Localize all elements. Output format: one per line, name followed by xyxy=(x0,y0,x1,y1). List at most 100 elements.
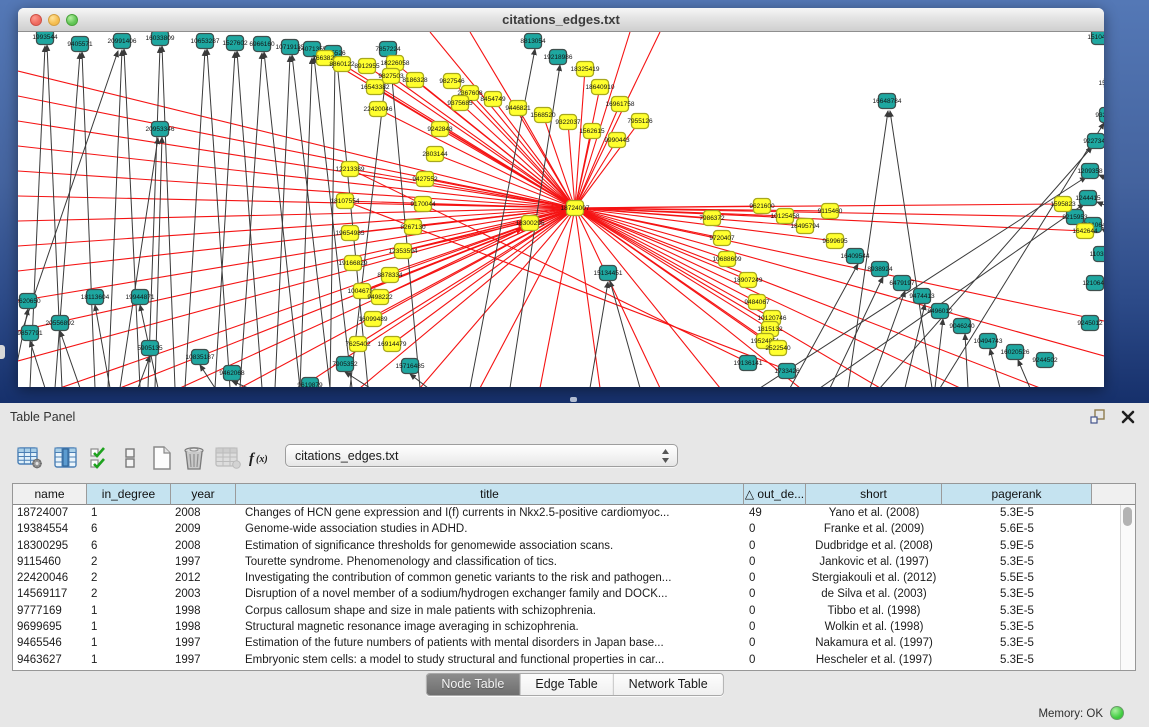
cell-out_de[interactable]: 0 xyxy=(744,635,806,651)
cell-short[interactable]: Nakamura et al. (1997) xyxy=(806,635,942,651)
citation-edge-black[interactable] xyxy=(935,319,943,387)
paper-node-yellow[interactable]: 2522540 xyxy=(765,341,791,356)
citation-edge-red[interactable] xyxy=(575,87,600,208)
citation-edge-black[interactable] xyxy=(1097,202,1104,219)
cell-year[interactable]: 2003 xyxy=(171,586,236,602)
paper-node-teal[interactable]: 8938924 xyxy=(867,262,893,277)
cell-out_de[interactable]: 0 xyxy=(744,586,806,602)
cell-year[interactable]: 2008 xyxy=(171,505,236,521)
paper-node-teal[interactable]: 9329966 xyxy=(1095,108,1104,123)
paper-node-yellow[interactable]: 9446821 xyxy=(505,101,531,116)
citation-edge-black[interactable] xyxy=(275,56,290,387)
citation-edge-red[interactable] xyxy=(568,122,575,208)
cell-name[interactable]: 18300295 xyxy=(13,538,87,554)
column-header-title[interactable]: title xyxy=(236,484,744,505)
cell-in_degree[interactable]: 2 xyxy=(87,586,171,602)
citation-edge-red[interactable] xyxy=(18,96,575,208)
cell-in_degree[interactable]: 1 xyxy=(87,619,171,635)
paper-node-teal[interactable]: 20953346 xyxy=(146,122,175,137)
citation-edge-red[interactable] xyxy=(575,140,617,208)
cell-pagerank[interactable]: 5.3E-5 xyxy=(942,554,1092,570)
paper-node-teal[interactable]: 9245012 xyxy=(1077,316,1103,331)
citation-edge-black[interactable] xyxy=(264,52,300,387)
citation-edge-red[interactable] xyxy=(575,208,1104,356)
paper-node-yellow[interactable]: 16961758 xyxy=(606,97,635,112)
cell-title[interactable]: Tourette syndrome. Phenomenology and cla… xyxy=(236,554,744,570)
row-pair-icon[interactable] xyxy=(116,443,144,473)
cell-pagerank[interactable]: 5.9E-5 xyxy=(942,538,1092,554)
paper-node-teal[interactable]: 9046240 xyxy=(949,319,975,334)
paper-node-teal[interactable]: 1244415 xyxy=(1075,191,1101,206)
paper-node-yellow[interactable]: 19654985 xyxy=(336,226,365,241)
paper-node-teal[interactable]: 18113604 xyxy=(81,290,110,305)
paper-node-teal[interactable]: 1103546 xyxy=(1090,247,1104,262)
citation-edge-black[interactable] xyxy=(185,50,205,387)
paper-node-yellow[interactable]: 9990443 xyxy=(604,133,630,148)
cell-pagerank[interactable]: 5.3E-5 xyxy=(942,635,1092,651)
tab-node-table[interactable]: Node Table xyxy=(426,674,520,695)
table-row[interactable]: 1830029562008Estimation of significance … xyxy=(13,538,1121,554)
cell-out_de[interactable]: 49 xyxy=(744,505,806,521)
scrollbar-thumb[interactable] xyxy=(1123,507,1132,526)
paper-node-teal[interactable]: 7857224 xyxy=(375,42,401,57)
paper-node-teal[interactable]: 8496012 xyxy=(927,304,953,319)
cell-year[interactable]: 1997 xyxy=(171,652,236,668)
citation-edge-black[interactable] xyxy=(1018,360,1030,387)
cell-title[interactable]: Corpus callosum shape and size in male p… xyxy=(236,603,744,619)
paper-node-teal[interactable]: 16648784 xyxy=(873,94,902,109)
cell-pagerank[interactable]: 5.3E-5 xyxy=(942,619,1092,635)
table-settings-icon[interactable] xyxy=(16,443,44,473)
cell-out_de[interactable]: 0 xyxy=(744,652,806,668)
paper-node-yellow[interactable]: 9720407 xyxy=(709,231,735,246)
cell-pagerank[interactable]: 5.3E-5 xyxy=(942,652,1092,668)
cell-pagerank[interactable]: 5.3E-5 xyxy=(942,586,1092,602)
paper-node-teal[interactable]: 9227343 xyxy=(1083,134,1104,149)
cell-name[interactable]: 9115460 xyxy=(13,554,87,570)
cell-year[interactable]: 1998 xyxy=(171,603,236,619)
cell-title[interactable]: Investigating the contribution of common… xyxy=(236,570,744,586)
paper-node-yellow[interactable]: 18495794 xyxy=(791,219,820,234)
table-row[interactable]: 969969511998Structural magnetic resonanc… xyxy=(13,619,1121,635)
float-panel-icon[interactable] xyxy=(1089,408,1107,426)
paper-node-teal[interactable]: 1510424 xyxy=(1087,32,1104,45)
paper-node-yellow[interactable]: 18640910 xyxy=(586,80,615,95)
cell-short[interactable]: Franke et al. (2009) xyxy=(806,521,942,537)
paper-node-teal[interactable]: 10494743 xyxy=(974,334,1003,349)
cell-short[interactable]: Dudbridge et al. (2008) xyxy=(806,538,942,554)
citation-edge-black[interactable] xyxy=(148,47,160,387)
citation-edge-red[interactable] xyxy=(480,208,575,387)
cell-pagerank[interactable]: 5.6E-5 xyxy=(942,521,1092,537)
table-row[interactable]: 1456911722003Disruption of a novel membe… xyxy=(13,586,1121,602)
cell-pagerank[interactable]: 5.5E-5 xyxy=(942,570,1092,586)
delete-table-icon[interactable] xyxy=(180,443,208,473)
paper-node-yellow[interactable]: 18325419 xyxy=(571,62,600,77)
cell-short[interactable]: Tibbo et al. (1998) xyxy=(806,603,942,619)
paper-node-teal[interactable]: 9857791 xyxy=(18,326,43,341)
left-panel-grip[interactable] xyxy=(0,345,5,359)
paper-node-yellow[interactable]: 9498222 xyxy=(367,290,393,305)
table-row[interactable]: 977716911998Corpus callosum shape and si… xyxy=(13,603,1121,619)
split-pane-divider[interactable] xyxy=(570,397,577,402)
paper-node-yellow[interactable]: 12353594 xyxy=(389,244,418,259)
cell-title[interactable]: Structural magnetic resonance image aver… xyxy=(236,619,744,635)
paper-node-teal[interactable]: 8813054 xyxy=(520,34,546,49)
citation-edge-black[interactable] xyxy=(610,281,640,387)
table-select-dropdown[interactable]: citations_edges.txt xyxy=(285,444,678,467)
cell-pagerank[interactable]: 5.3E-5 xyxy=(942,603,1092,619)
cell-in_degree[interactable]: 1 xyxy=(87,603,171,619)
paper-node-teal[interactable]: 9474413 xyxy=(909,289,935,304)
cell-short[interactable]: de Silva et al. (2003) xyxy=(806,586,942,602)
memory-ok-indicator[interactable] xyxy=(1110,706,1124,720)
citation-edge-black[interactable] xyxy=(830,277,883,387)
cell-short[interactable]: Yano et al. (2008) xyxy=(806,505,942,521)
paper-node-yellow[interactable]: 1568520 xyxy=(530,108,556,123)
network-canvas[interactable]: 1993544940557120991406160338091065328715… xyxy=(18,32,1104,387)
cell-in_degree[interactable]: 1 xyxy=(87,505,171,521)
network-window-titlebar[interactable]: citations_edges.txt xyxy=(18,8,1104,32)
cell-name[interactable]: 9777169 xyxy=(13,603,87,619)
cell-out_de[interactable]: 0 xyxy=(744,538,806,554)
paper-node-teal[interactable]: 15134451 xyxy=(594,266,623,281)
paper-node-yellow[interactable]: 8454749 xyxy=(480,92,506,107)
paper-node-yellow[interactable]: 18907249 xyxy=(734,273,763,288)
paper-node-teal[interactable]: 6966160 xyxy=(249,37,275,52)
